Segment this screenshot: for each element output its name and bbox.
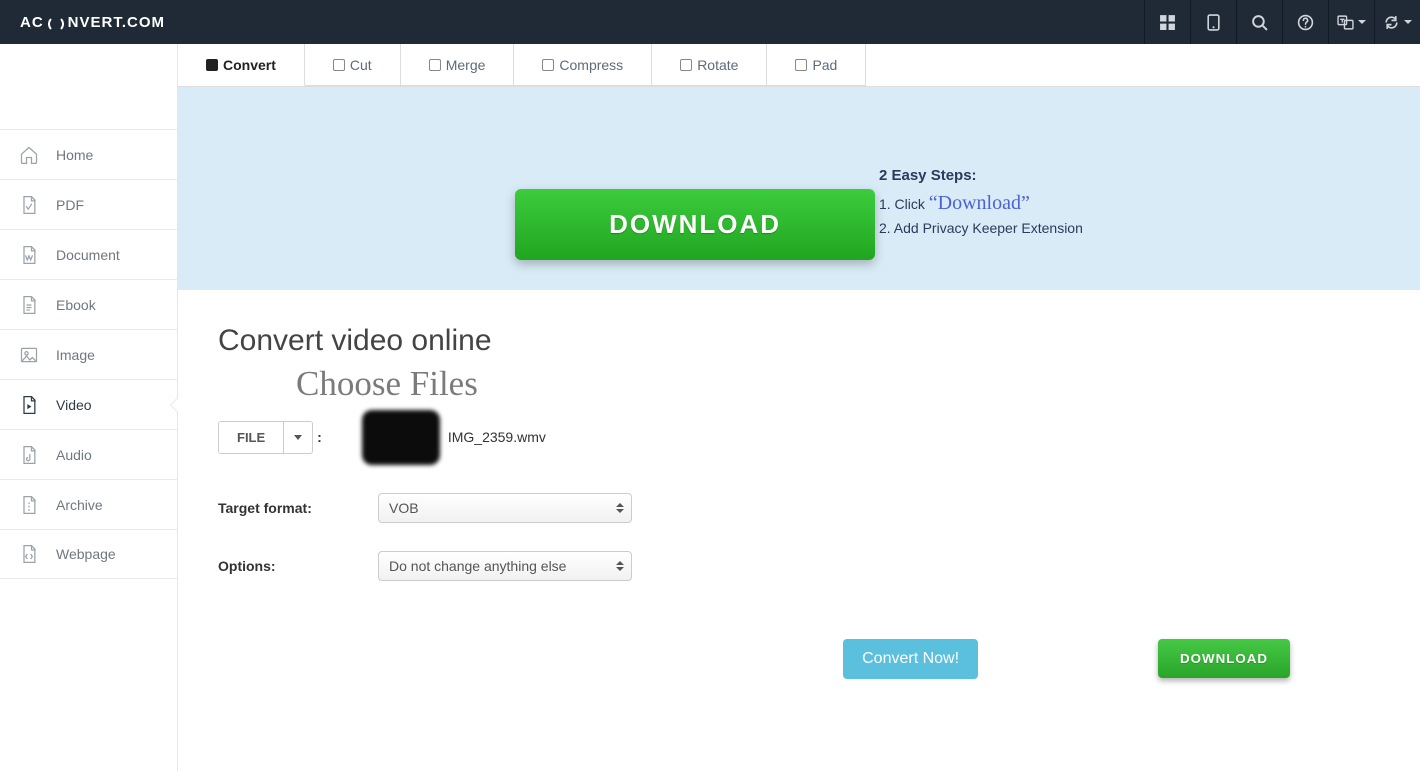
refresh-icon (48, 16, 64, 32)
home-icon (18, 145, 40, 165)
colon: : (317, 429, 322, 445)
image-icon (18, 345, 40, 365)
main-area: Convert Cut Merge Compress Rotate Pad DO… (178, 44, 1420, 771)
options-row: Options: Do not change anything else (218, 537, 1380, 595)
sidebar: Home PDF Document Ebook Image Video Audi… (0, 44, 178, 771)
sidebar-item-archive[interactable]: Archive (0, 479, 178, 529)
page-title: Convert video online (218, 324, 1380, 358)
tabs: Convert Cut Merge Compress Rotate Pad (178, 44, 1420, 87)
tab-label: Pad (812, 57, 837, 73)
checkbox-icon (795, 59, 807, 71)
tab-label: Cut (350, 57, 372, 73)
ad-download-button[interactable]: DOWNLOAD (515, 189, 875, 260)
sidebar-item-label: Webpage (56, 546, 116, 562)
video-icon (18, 395, 40, 415)
ad-step-2: 2. Add Privacy Keeper Extension (879, 218, 1083, 239)
checkbox-icon (680, 59, 692, 71)
ad-step-1: 1. Click “Download” (879, 188, 1083, 218)
checkbox-icon (206, 59, 218, 71)
search-icon[interactable] (1236, 0, 1282, 44)
sidebar-item-label: Ebook (56, 297, 96, 313)
sidebar-item-video[interactable]: Video (0, 379, 178, 429)
tab-merge[interactable]: Merge (401, 44, 515, 86)
brand-logo[interactable]: AC NVERT.COM (0, 0, 165, 44)
target-format-select[interactable]: VOB (378, 493, 632, 523)
options-label: Options: (218, 558, 378, 574)
file-button[interactable]: FILE (219, 422, 283, 453)
tab-label: Merge (446, 57, 486, 73)
tab-pad[interactable]: Pad (767, 44, 866, 86)
sidebar-item-audio[interactable]: Audio (0, 429, 178, 479)
topbar: AC NVERT.COM (0, 0, 1420, 44)
document-icon (18, 245, 40, 265)
sidebar-item-home[interactable]: Home (0, 129, 178, 179)
checkbox-icon (429, 59, 441, 71)
choose-file-button[interactable] (362, 410, 440, 465)
tab-rotate[interactable]: Rotate (652, 44, 767, 86)
tab-convert[interactable]: Convert (178, 44, 305, 86)
sidebar-item-label: Audio (56, 447, 92, 463)
content: Convert video online Choose Files FILE :… (178, 290, 1420, 719)
download-small-button[interactable]: DOWNLOAD (1158, 639, 1290, 678)
sidebar-item-webpage[interactable]: Webpage (0, 529, 178, 579)
sidebar-item-label: Image (56, 347, 95, 363)
file-source-group: FILE (218, 421, 313, 454)
sidebar-item-label: Archive (56, 497, 103, 513)
tab-compress[interactable]: Compress (514, 44, 652, 86)
mobile-icon[interactable] (1190, 0, 1236, 44)
audio-icon (18, 445, 40, 465)
chosen-file-name: IMG_2359.wmv (448, 429, 546, 445)
sidebar-item-label: PDF (56, 197, 84, 213)
convert-now-button[interactable]: Convert Now! (843, 639, 978, 679)
tab-label: Convert (223, 57, 276, 73)
brand-prefix: AC (20, 14, 44, 31)
chevron-down-icon (1358, 20, 1366, 24)
sidebar-item-pdf[interactable]: PDF (0, 179, 178, 229)
pdf-icon (18, 195, 40, 215)
options-select[interactable]: Do not change anything else (378, 551, 632, 581)
tab-label: Compress (559, 57, 623, 73)
tab-cut[interactable]: Cut (305, 44, 401, 86)
ad-steps: 2 Easy Steps: 1. Click “Download” 2. Add… (879, 165, 1083, 239)
topbar-icons (1144, 0, 1420, 44)
file-source-dropdown[interactable] (283, 422, 312, 453)
grid-icon[interactable] (1144, 0, 1190, 44)
target-format-row: Target format: VOB (218, 479, 1380, 537)
file-chosen-wrap: IMG_2359.wmv (362, 410, 546, 465)
ebook-icon (18, 295, 40, 315)
sidebar-item-label: Video (56, 397, 92, 413)
sidebar-item-image[interactable]: Image (0, 329, 178, 379)
help-icon[interactable] (1282, 0, 1328, 44)
sidebar-item-ebook[interactable]: Ebook (0, 279, 178, 329)
sidebar-item-document[interactable]: Document (0, 229, 178, 279)
target-format-label: Target format: (218, 500, 378, 516)
webpage-icon (18, 544, 40, 564)
chevron-down-icon (1404, 20, 1412, 24)
checkbox-icon (333, 59, 345, 71)
checkbox-icon (542, 59, 554, 71)
sidebar-item-label: Document (56, 247, 120, 263)
tab-label: Rotate (697, 57, 738, 73)
actions-row: Convert Now! DOWNLOAD (218, 639, 1380, 679)
sidebar-item-label: Home (56, 147, 93, 163)
ad-banner: DOWNLOAD 2 Easy Steps: 1. Click “Downloa… (178, 87, 1420, 290)
language-icon[interactable] (1328, 0, 1374, 44)
archive-icon (18, 495, 40, 515)
brand-suffix: NVERT.COM (68, 14, 165, 31)
ad-steps-head: 2 Easy Steps: (879, 165, 1083, 188)
file-row: FILE : IMG_2359.wmv (218, 396, 1380, 479)
refresh-icon-top[interactable] (1374, 0, 1420, 44)
chevron-down-icon (294, 435, 302, 440)
